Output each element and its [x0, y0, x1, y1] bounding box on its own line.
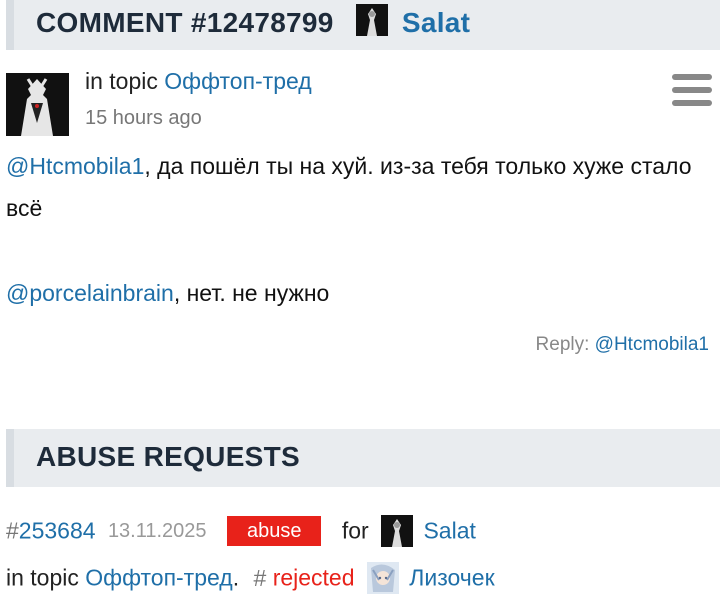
hash-symbol: #	[6, 517, 19, 544]
author-avatar[interactable]	[6, 73, 69, 136]
reply-target-link[interactable]: @Htcmobila1	[595, 334, 709, 355]
status-rejected: rejected	[272, 564, 355, 591]
moderator-link[interactable]: Лизочек	[409, 565, 494, 591]
for-label: for	[341, 517, 369, 544]
abuse-request-row: #253684 13.11.2025 abuse for Salat	[6, 515, 476, 547]
abuse-request-date: 13.11.2025	[107, 519, 207, 542]
anime-girl-avatar-icon[interactable]	[366, 562, 399, 594]
abuse-requests-title: ABUSE REQUESTS	[36, 441, 301, 472]
dark-figure-avatar-icon[interactable]	[381, 515, 414, 547]
comment-author-link[interactable]: Salat	[402, 7, 470, 38]
dark-figure-avatar-icon[interactable]	[355, 4, 388, 36]
comment-paragraph-1: @Htcmobila1, да пошёл ты на хуй. из-за т…	[6, 145, 716, 229]
comment-topic-line: in topic Оффтоп-тред	[85, 68, 312, 95]
topic-prefix: in topic	[6, 564, 79, 591]
comment-header-title: COMMENT #12478799	[36, 7, 334, 38]
comment-paragraph-2: @porcelainbrain, нет. не нужно	[6, 272, 329, 314]
status-hash: #	[253, 564, 267, 591]
mention-link[interactable]: @porcelainbrain	[6, 280, 174, 306]
target-user-link[interactable]: Salat	[423, 518, 475, 544]
comment-text: , нет. не нужно	[173, 280, 330, 306]
abuse-request-detail-row: in topic Оффтоп-тред. # rejected Лизочек	[6, 562, 495, 594]
reply-label: Reply:	[535, 334, 590, 355]
topic-link[interactable]: Оффтоп-тред	[85, 565, 232, 591]
reply-line: Reply: @Htcmobila1	[536, 334, 709, 356]
topic-suffix: .	[232, 564, 240, 591]
mention-link[interactable]: @Htcmobila1	[6, 153, 144, 179]
comment-header: COMMENT #12478799 Salat	[6, 0, 720, 50]
comment-timestamp: 15 hours ago	[85, 107, 202, 129]
abuse-requests-header: ABUSE REQUESTS	[6, 429, 720, 487]
topic-link[interactable]: Оффтоп-тред	[164, 68, 311, 94]
hamburger-menu-icon[interactable]	[672, 74, 712, 106]
abuse-badge: abuse	[226, 516, 322, 546]
topic-prefix: in topic	[85, 68, 158, 94]
abuse-request-id-link[interactable]: 253684	[19, 518, 96, 544]
